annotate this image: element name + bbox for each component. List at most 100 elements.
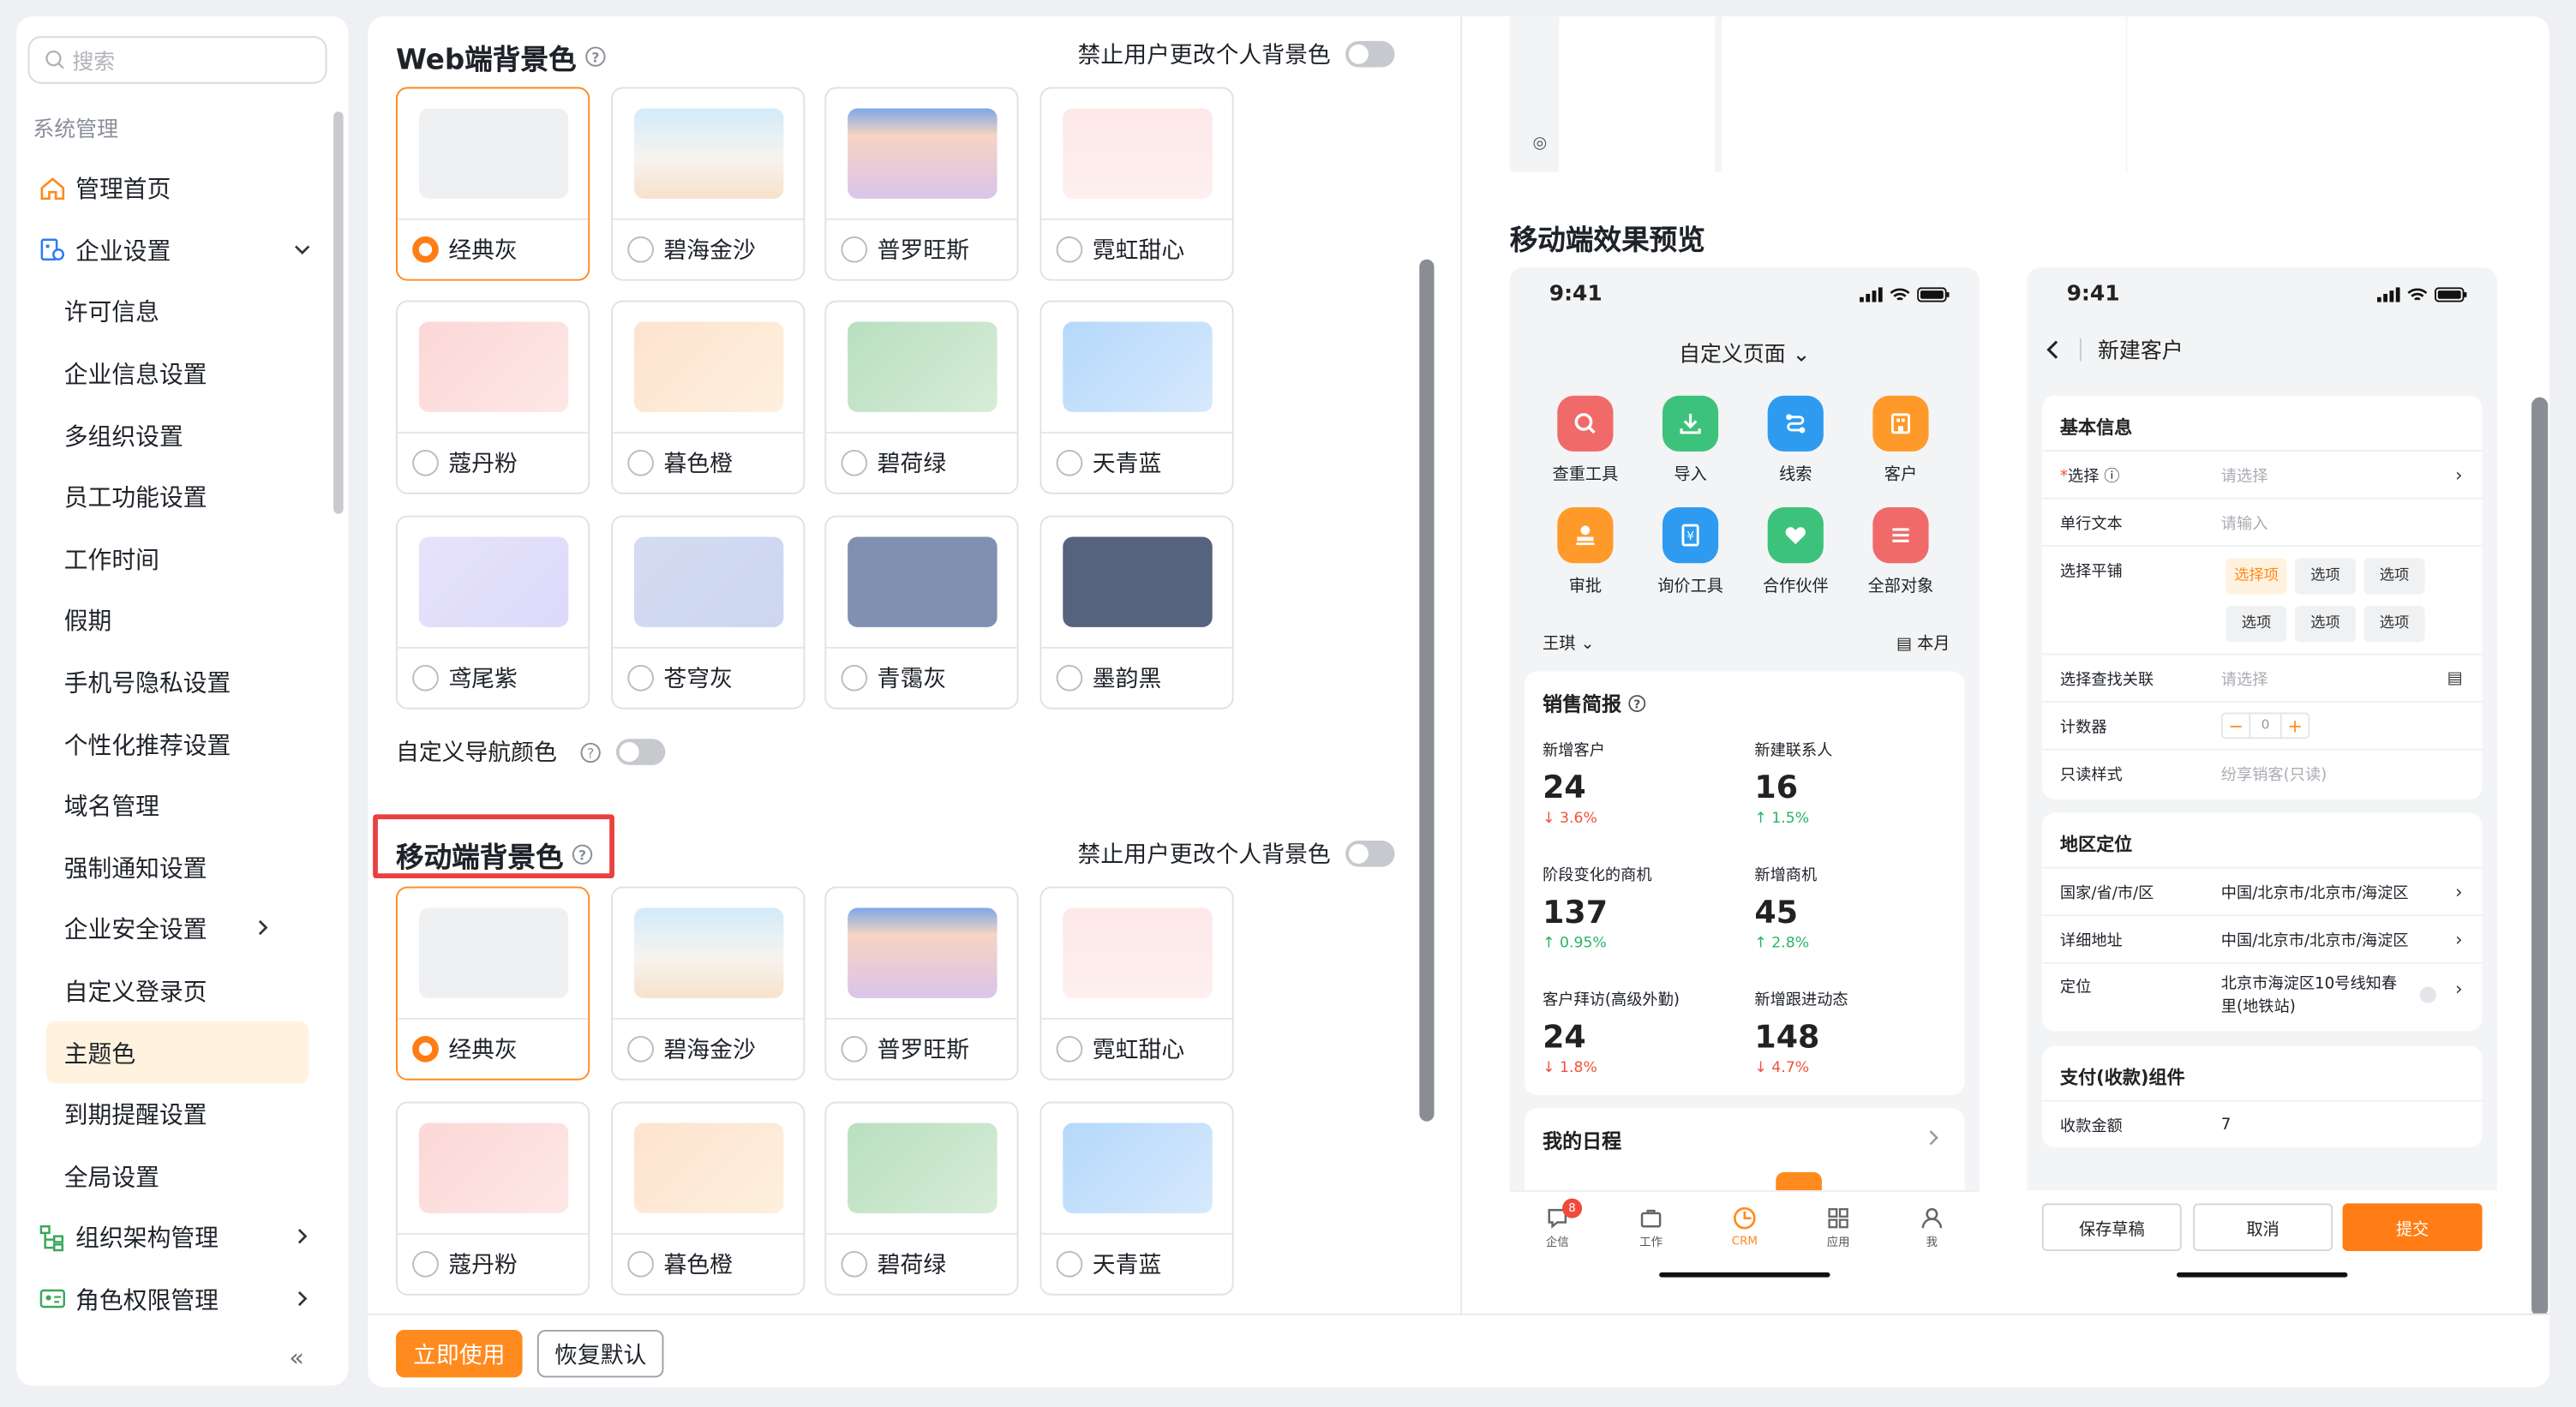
radio-button[interactable] [841,449,868,476]
mobile-lock-toggle[interactable] [1345,840,1395,867]
sidebar-item-expiry-reminder[interactable]: 到期提醒设置 [16,1083,348,1145]
mobile-theme-card[interactable]: 蔻丹粉 [395,1101,590,1296]
counter-stepper[interactable]: −0 + [2220,712,2310,739]
minus-icon[interactable]: − [2223,715,2250,736]
location-field[interactable]: 定位 北京市海淀区10号线知春里(地铁站) › [2041,961,2483,1028]
sidebar-item-security[interactable]: 企业安全设置 [16,898,348,960]
sidebar-item-global[interactable]: 全局设置 [16,1145,348,1206]
app-partner[interactable]: 合作伙伴 [1743,507,1848,596]
search-input[interactable]: 搜索 [27,36,327,84]
sidebar-scrollbar[interactable] [333,111,344,514]
select-field[interactable]: *选择 ⓘ 请选择 › [2041,449,2483,498]
web-theme-card[interactable]: 蔻丹粉 [395,300,590,494]
web-theme-card[interactable]: 暮色橙 [611,300,806,494]
help-icon[interactable]: ? [584,46,606,68]
sidebar-item-multi-org[interactable]: 多组织设置 [16,404,348,466]
text-field[interactable]: 单行文本 请输入 [2041,497,2483,546]
radio-button[interactable] [1056,664,1083,692]
web-theme-card[interactable]: 霓虹甜心 [1039,87,1234,281]
custom-nav-color-toggle[interactable] [615,739,666,765]
tab-work[interactable]: 工作 [1618,1205,1684,1251]
sidebar-item-forced-notice[interactable]: 强制通知设置 [16,836,348,898]
option-chip[interactable]: 选项 [2295,558,2356,595]
sidebar-item-license[interactable]: 许可信息 [16,281,348,343]
tab-messages[interactable]: 8 企信 [1525,1198,1591,1251]
metric[interactable]: 阶段变化的商机 137 ↑ 0.95% [1543,862,1723,953]
help-icon[interactable]: ? [1628,694,1646,712]
web-lock-toggle[interactable] [1345,40,1395,68]
submit-button[interactable]: 提交 [2342,1203,2483,1251]
mobile-theme-card[interactable]: 普罗旺斯 [824,886,1019,1081]
mobile-theme-card[interactable]: 天青蓝 [1039,1101,1234,1296]
radio-button[interactable] [1056,1250,1083,1278]
preview-scrollbar[interactable] [2531,397,2549,1317]
sidebar-item-org-structure[interactable]: 组织架构管理 [16,1206,348,1268]
tab-me[interactable]: 我 [1899,1205,1965,1251]
options-scrollbar[interactable] [1419,259,1435,1122]
mobile-theme-card[interactable]: 暮色橙 [611,1101,806,1296]
web-theme-card[interactable]: 苍穹灰 [611,515,806,709]
web-theme-card[interactable]: 碧海金沙 [611,87,806,281]
option-chip-selected[interactable]: 选择项 [2226,558,2287,595]
cancel-button[interactable]: 取消 [2193,1203,2333,1251]
apply-button[interactable]: 立即使用 [395,1329,523,1378]
region-field[interactable]: 国家/省/市/区 中国/北京市/北京市/海淀区 › [2041,866,2483,915]
option-chip[interactable]: 选项 [2226,606,2287,643]
plus-icon[interactable]: + [2282,715,2309,736]
sidebar-item-theme[interactable]: 主题色 [45,1021,309,1084]
radio-selected[interactable] [412,236,439,263]
user-filter[interactable]: 王琪 ⌄ [1543,629,1595,653]
radio-button[interactable] [841,1250,868,1278]
radio-button[interactable] [1056,236,1083,263]
option-chip[interactable]: 选项 [2295,606,2356,643]
metric[interactable]: 新建联系人 16 ↑ 1.5% [1754,737,1935,828]
radio-button[interactable] [841,664,868,692]
sidebar-item-role-permission[interactable]: 角色权限管理 [16,1268,348,1330]
radio-button[interactable] [412,664,439,692]
lookup-field[interactable]: 选择查找关联 请选择 ▤ [2041,653,2483,702]
page-dropdown[interactable]: 自定义页面 ⌄ [1510,337,1980,368]
sidebar-item-home[interactable]: 管理首页 [16,158,348,219]
radio-button[interactable] [627,1035,654,1063]
reset-default-button[interactable]: 恢复默认 [536,1329,664,1378]
locate-icon[interactable] [2419,986,2436,1003]
option-chip[interactable]: 选项 [2363,558,2425,595]
radio-button[interactable] [627,1250,654,1278]
radio-button[interactable] [841,236,868,263]
collapse-sidebar-icon[interactable]: « [289,1343,304,1372]
sidebar-item-company-info[interactable]: 企业信息设置 [16,343,348,404]
option-chip[interactable]: 选项 [2363,606,2425,643]
mobile-theme-card[interactable]: 碧荷绿 [824,1101,1019,1296]
radio-button[interactable] [627,664,654,692]
mobile-theme-card[interactable]: 霓虹甜心 [1039,886,1234,1081]
radio-button[interactable] [1056,449,1083,476]
metric[interactable]: 新增客户 24 ↓ 3.6% [1543,737,1723,828]
address-field[interactable]: 详细地址 中国/北京市/北京市/海淀区 › [2041,914,2483,962]
web-theme-card[interactable]: 墨韵黑 [1039,515,1234,709]
amount-field[interactable]: 收款金额 7 [2041,1099,2483,1148]
web-theme-card[interactable]: 鸢尾紫 [395,515,590,709]
radio-button[interactable] [412,1250,439,1278]
sidebar-item-enterprise-settings[interactable]: 企业设置 [16,219,348,281]
web-theme-card[interactable]: 经典灰 [395,87,590,281]
app-dedupe-tool[interactable]: 查重工具 [1533,395,1638,484]
mobile-theme-card[interactable]: 经典灰 [395,886,590,1081]
help-icon[interactable]: ? [572,844,593,865]
sidebar-item-domain[interactable]: 域名管理 [16,775,348,836]
metric[interactable]: 新增商机 45 ↑ 2.8% [1754,862,1935,953]
tab-apps[interactable]: 应用 [1806,1205,1872,1251]
app-customer[interactable]: 客户 [1848,395,1954,484]
web-theme-card[interactable]: 碧荷绿 [824,300,1019,494]
back-arrow-icon[interactable] [2044,338,2064,361]
mobile-theme-card[interactable]: 碧海金沙 [611,886,806,1081]
radio-button[interactable] [627,236,654,263]
app-leads[interactable]: 线索 [1743,395,1848,484]
radio-button[interactable] [1056,1035,1083,1063]
radio-button[interactable] [627,449,654,476]
radio-button[interactable] [412,449,439,476]
sidebar-item-work-time[interactable]: 工作时间 [16,528,348,590]
app-import[interactable]: 导入 [1638,395,1743,484]
web-theme-card[interactable]: 普罗旺斯 [824,87,1019,281]
sidebar-item-recommendation[interactable]: 个性化推荐设置 [16,713,348,775]
web-theme-card[interactable]: 天青蓝 [1039,300,1234,494]
